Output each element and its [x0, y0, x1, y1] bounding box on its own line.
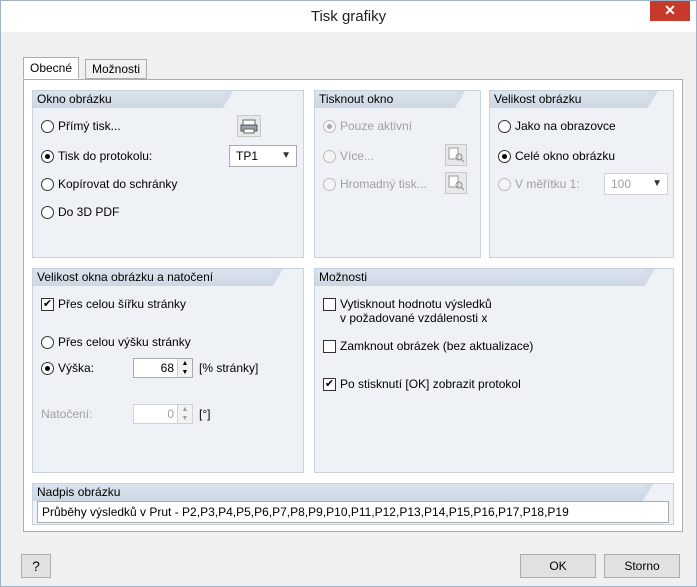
option-label: Tisk do protokolu: [58, 149, 153, 163]
radio-indicator[interactable] [323, 150, 336, 163]
group-header: Tisknout okno [315, 91, 465, 108]
group-nadpis: Nadpis obrázku Průběhy výsledků v Prut -… [32, 483, 674, 525]
option-label: Přes celou šířku stránky [58, 297, 187, 311]
dialog-title: Tisk grafiky [310, 8, 387, 25]
checkbox-indicator[interactable] [323, 340, 336, 353]
radio-indicator[interactable] [41, 336, 54, 349]
option-label: Výška: [58, 361, 95, 375]
group-header: Možnosti [315, 269, 655, 286]
radio-indicator[interactable] [41, 362, 54, 375]
spinner-buttons[interactable]: ▲ ▼ [177, 359, 192, 377]
option-label: Přímý tisk... [58, 119, 121, 133]
printer-settings-button[interactable] [237, 115, 261, 137]
printer-icon [240, 119, 258, 134]
option-label: Hromadný tisk... [340, 177, 427, 191]
checkbox-indicator[interactable] [323, 298, 336, 311]
select-windows-icon [448, 147, 465, 163]
option-label: Kopírovat do schránky [58, 177, 178, 191]
spin-down-icon[interactable]: ▼ [178, 414, 192, 423]
rotation-unit: [°] [199, 407, 211, 421]
group-velikost-okna: Velikost okna obrázku a natočení ✔ Přes … [32, 268, 304, 473]
check-icon[interactable]: ✔ [323, 378, 336, 391]
storno-button[interactable]: Storno [604, 554, 680, 578]
height-unit: [% stránky] [199, 361, 259, 375]
scale-select-value: 100 [611, 177, 632, 191]
height-value: 68 [160, 361, 174, 375]
option-label: Celé okno obrázku [515, 149, 616, 163]
group-header: Nadpis obrázku [33, 484, 653, 501]
select-windows-icon [448, 175, 465, 191]
radio-indicator[interactable] [41, 178, 54, 191]
group-header: Velikost okna obrázku a natočení [33, 269, 283, 286]
help-icon: ? [32, 558, 40, 574]
help-button[interactable]: ? [21, 554, 51, 578]
group-okno-obrazku: Okno obrázku Přímý tisk... Tisk do proto… [32, 90, 304, 258]
hromadny-tisk-button[interactable] [445, 172, 467, 194]
radio-indicator[interactable] [498, 150, 511, 163]
chevron-down-icon: ▼ [652, 178, 662, 189]
tab-moznosti[interactable]: Možnosti [85, 59, 148, 79]
option-label: Do 3D PDF [58, 205, 120, 219]
option-label: Vytisknout hodnotu výsledků v požadované… [340, 297, 492, 325]
radio-indicator[interactable] [41, 150, 54, 163]
radio-indicator[interactable] [41, 120, 54, 133]
title-bar: Tisk grafiky ✕ [1, 1, 696, 32]
rotation-label: Natočení: [41, 407, 93, 421]
rotation-value: 0 [167, 407, 174, 421]
group-header: Okno obrázku [33, 91, 233, 108]
close-button[interactable]: ✕ [650, 1, 690, 21]
option-label: Přes celou výšku stránky [58, 335, 191, 349]
scale-select[interactable]: 100 ▼ [604, 173, 668, 195]
rotation-spinner[interactable]: 0 ▲ ▼ [133, 404, 193, 424]
spinner-buttons[interactable]: ▲ ▼ [177, 405, 192, 423]
group-velikost-obrazku: Velikost obrázku Jako na obrazovce Celé … [489, 90, 674, 258]
option-label-line2: v požadované vzdálenosti x [340, 311, 488, 325]
option-label: Zamknout obrázek (bez aktualizace) [340, 339, 534, 353]
group-header: Velikost obrázku [490, 91, 658, 108]
spin-up-icon[interactable]: ▲ [178, 359, 192, 368]
option-label: Po stisknutí [OK] zobrazit protokol [340, 377, 521, 391]
group-moznosti: Možnosti Vytisknout hodnotu výsledků v p… [314, 268, 674, 473]
check-icon[interactable]: ✔ [41, 298, 54, 311]
radio-indicator[interactable] [323, 120, 336, 133]
protocol-select[interactable]: TP1 ▼ [229, 145, 297, 167]
height-spinner[interactable]: 68 ▲ ▼ [133, 358, 193, 378]
group-tisknout-okno: Tisknout okno Pouze aktivní Více... Hrom… [314, 90, 481, 258]
option-label: V měřítku 1: [515, 177, 580, 191]
radio-indicator[interactable] [498, 178, 511, 191]
caption-input[interactable]: Průběhy výsledků v Prut - P2,P3,P4,P5,P6… [37, 501, 669, 523]
spin-up-icon[interactable]: ▲ [178, 405, 192, 414]
vice-select-button[interactable] [445, 144, 467, 166]
option-label: Jako na obrazovce [515, 119, 616, 133]
option-label: Pouze aktivní [340, 119, 413, 133]
protocol-select-value: TP1 [236, 149, 259, 163]
tab-panel: Okno obrázku Přímý tisk... Tisk do proto… [23, 79, 683, 532]
option-label-line1: Vytisknout hodnotu výsledků [340, 297, 492, 311]
radio-indicator[interactable] [498, 120, 511, 133]
radio-indicator[interactable] [323, 178, 336, 191]
ok-button[interactable]: OK [520, 554, 596, 578]
tab-obecne[interactable]: Obecné [23, 57, 80, 79]
spin-down-icon[interactable]: ▼ [178, 368, 192, 377]
option-label: Více... [340, 149, 375, 163]
radio-indicator[interactable] [41, 206, 54, 219]
chevron-down-icon: ▼ [281, 150, 291, 161]
dialog-window: Tisk grafiky ✕ Obecné Možnosti Okno obrá… [0, 0, 697, 587]
